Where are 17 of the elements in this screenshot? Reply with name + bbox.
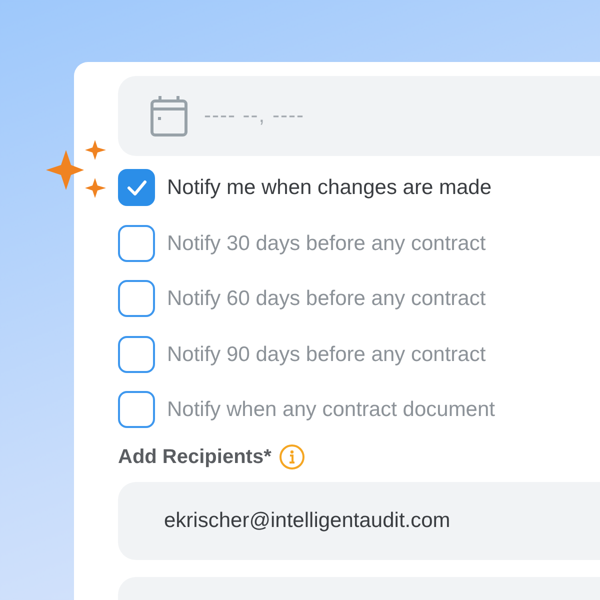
email-field[interactable]: ekrischer@intelligentaudit.com <box>118 482 600 560</box>
checkbox[interactable] <box>118 224 155 262</box>
date-field[interactable]: ---- --, ---- <box>118 76 600 156</box>
checkbox[interactable] <box>118 391 155 428</box>
checkbox-label: Notify when any contract document <box>167 397 496 423</box>
sparkle-icon <box>46 140 106 198</box>
checkbox-label: Notify 60 days before any contract <box>167 286 486 312</box>
checkbox[interactable] <box>118 336 155 373</box>
checkbox-label: Notify 90 days before any contract <box>167 342 486 368</box>
checkbox[interactable] <box>118 280 155 318</box>
field-label: Add Recipients* <box>118 444 272 470</box>
checkbox[interactable] <box>118 169 155 206</box>
info-icon[interactable] <box>279 444 306 470</box>
calendar-icon <box>150 95 188 137</box>
checkbox-label: Notify 30 days before any contract <box>167 230 486 256</box>
checkbox-label: Notify me when changes are made <box>167 175 492 201</box>
check-icon <box>126 178 148 197</box>
